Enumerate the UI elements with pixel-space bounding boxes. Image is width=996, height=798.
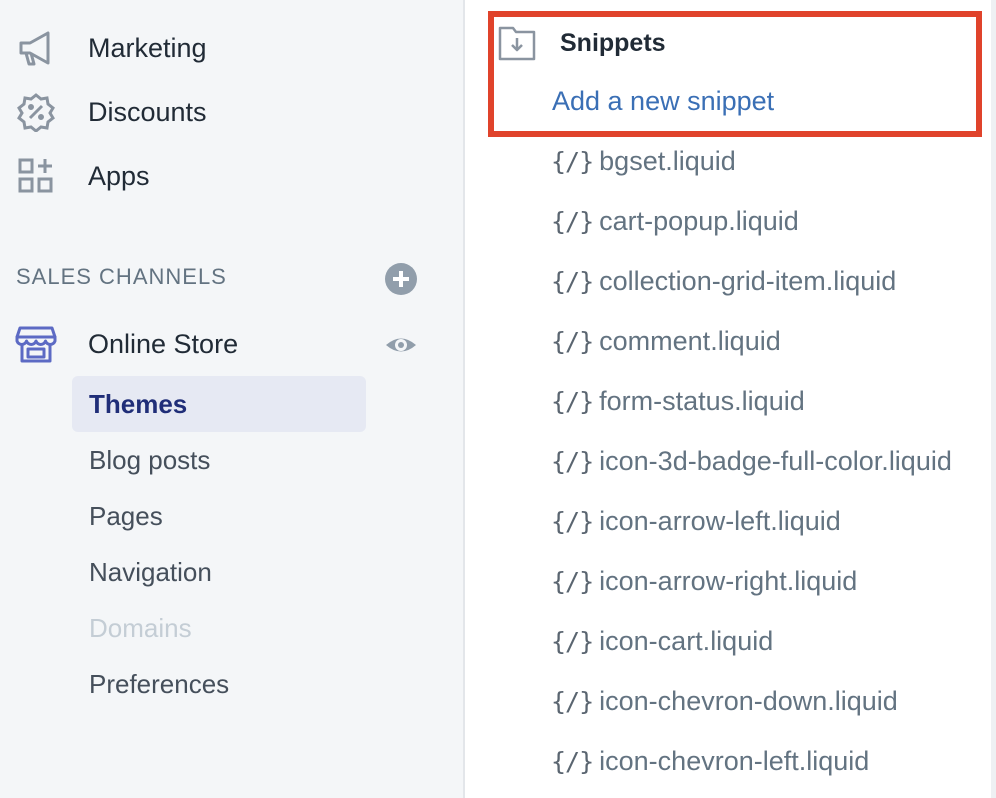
snippet-file-item[interactable]: {/} icon-3d-badge-full-color.liquid — [551, 441, 952, 481]
discount-badge-icon — [14, 90, 58, 134]
apps-grid-icon — [14, 154, 58, 198]
snippet-file-name: collection-grid-item.liquid — [599, 265, 897, 296]
snippet-file-item[interactable]: {/} icon-cart.liquid — [551, 621, 773, 661]
code-file-icon: {/} — [551, 266, 594, 296]
code-file-icon: {/} — [551, 326, 594, 356]
snippet-file-name: icon-cart.liquid — [599, 625, 774, 656]
scroll-edge — [991, 0, 996, 798]
snippet-file-name: bgset.liquid — [599, 145, 736, 176]
sub-item-preferences[interactable]: Preferences — [72, 656, 366, 712]
snippet-file-item[interactable]: {/} collection-grid-item.liquid — [551, 261, 896, 301]
sidebar: Marketing Discounts Apps SALES CHANNELS — [0, 0, 463, 798]
plus-circle-icon — [385, 263, 417, 295]
sub-item-pages[interactable]: Pages — [72, 488, 366, 544]
nav-item-marketing[interactable]: Marketing — [0, 20, 460, 76]
snippet-file-item[interactable]: {/} cart-popup.liquid — [551, 201, 799, 241]
snippet-file-item[interactable]: {/} form-status.liquid — [551, 381, 805, 421]
snippet-file-name: cart-popup.liquid — [599, 205, 799, 236]
code-file-icon: {/} — [551, 206, 594, 236]
code-file-icon: {/} — [551, 506, 594, 536]
nav-label: Discounts — [88, 96, 207, 127]
theme-file-browser: Snippets Add a new snippet {/} bgset.liqu… — [465, 0, 996, 798]
nav-item-apps[interactable]: Apps — [0, 148, 460, 204]
nav-label: Apps — [88, 160, 150, 191]
code-file-icon: {/} — [551, 686, 594, 716]
nav-item-discounts[interactable]: Discounts — [0, 84, 460, 140]
sub-item-themes[interactable]: Themes — [72, 376, 366, 432]
highlight-box — [488, 11, 982, 137]
store-icon — [14, 322, 58, 366]
snippet-file-item[interactable]: {/} bgset.liquid — [551, 141, 736, 181]
snippet-file-item[interactable]: {/} icon-chevron-left.liquid — [551, 741, 869, 781]
snippet-file-name: icon-arrow-right.liquid — [599, 565, 858, 596]
snippet-file-name: icon-3d-badge-full-color.liquid — [599, 445, 952, 476]
eye-icon — [386, 338, 416, 352]
code-file-icon: {/} — [551, 146, 594, 176]
nav-label: Marketing — [88, 32, 207, 63]
sub-item-blog-posts[interactable]: Blog posts — [72, 432, 366, 488]
view-store-button[interactable] — [384, 328, 418, 362]
snippet-file-item[interactable]: {/} comment.liquid — [551, 321, 781, 361]
add-sales-channel-button[interactable] — [384, 262, 418, 296]
nav-label: Online Store — [88, 328, 239, 359]
snippet-file-name: comment.liquid — [599, 325, 781, 356]
sales-channels-title: SALES CHANNELS — [16, 264, 227, 289]
code-file-icon: {/} — [551, 626, 594, 656]
snippet-file-name: form-status.liquid — [599, 385, 805, 416]
code-file-icon: {/} — [551, 566, 594, 596]
megaphone-icon — [14, 26, 58, 70]
code-file-icon: {/} — [551, 446, 594, 476]
sub-item-domains: Domains — [89, 612, 192, 643]
code-file-icon: {/} — [551, 746, 594, 776]
sub-item-navigation[interactable]: Navigation — [72, 544, 366, 600]
snippet-file-name: icon-chevron-left.liquid — [599, 745, 870, 776]
snippet-file-item[interactable]: {/} icon-arrow-left.liquid — [551, 501, 841, 541]
snippet-file-item[interactable]: {/} icon-arrow-right.liquid — [551, 561, 857, 601]
snippet-file-name: icon-chevron-down.liquid — [599, 685, 898, 716]
snippet-file-name: icon-arrow-left.liquid — [599, 505, 841, 536]
code-file-icon: {/} — [551, 386, 594, 416]
snippet-file-item[interactable]: {/} icon-chevron-down.liquid — [551, 681, 898, 721]
